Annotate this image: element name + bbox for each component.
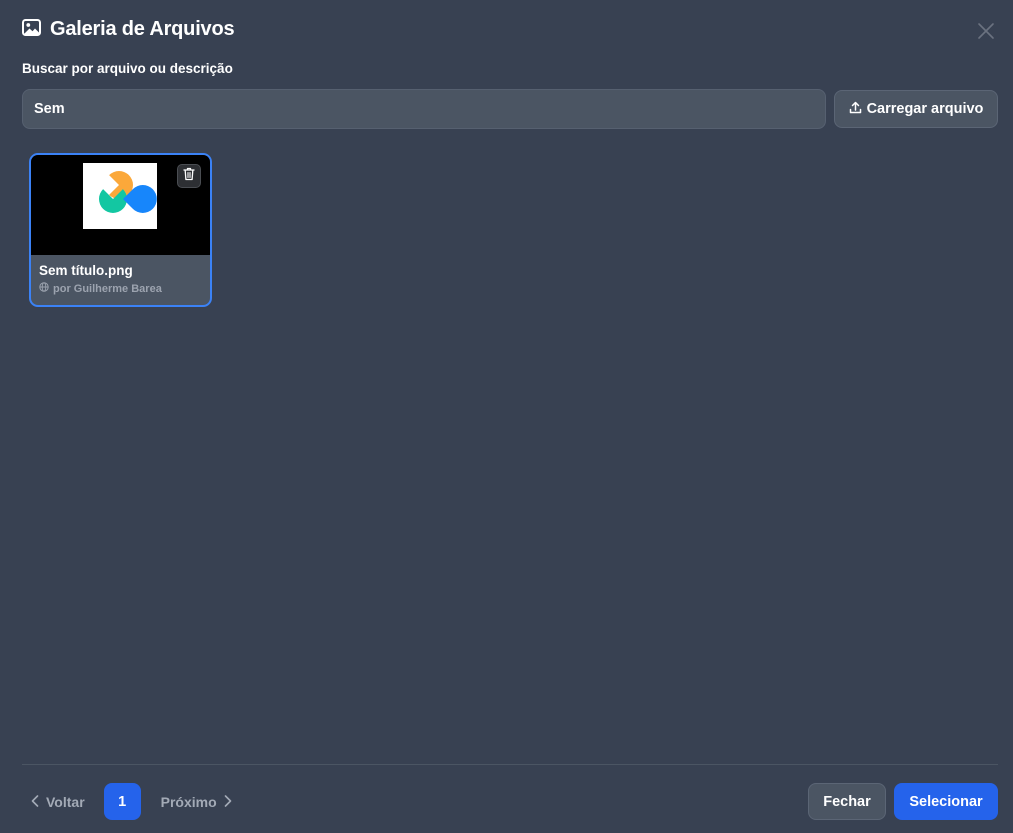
file-card[interactable]: Sem título.png por Guilherme Barea	[29, 153, 212, 307]
pagination-next-button[interactable]: Próximo	[161, 794, 232, 810]
pagination-page-1[interactable]: 1	[103, 783, 141, 820]
select-button[interactable]: Selecionar	[894, 783, 998, 820]
pagination: Voltar 1 Próximo	[22, 783, 232, 820]
chevron-left-icon	[31, 794, 39, 810]
trash-icon	[183, 167, 195, 186]
upload-button[interactable]: Carregar arquivo	[834, 90, 998, 128]
pagination-prev-label: Voltar	[46, 793, 85, 810]
upload-label: Carregar arquivo	[866, 101, 984, 117]
image-icon	[22, 18, 41, 41]
file-name: Sem título.png	[39, 263, 133, 278]
file-owner: por Guilherme Barea	[39, 282, 202, 295]
search-label: Buscar por arquivo ou descrição	[22, 61, 233, 76]
globe-icon	[39, 282, 49, 295]
upload-icon	[849, 101, 862, 118]
file-thumbnail	[31, 155, 210, 255]
close-icon[interactable]	[977, 22, 995, 40]
close-button[interactable]: Fechar	[808, 783, 886, 820]
file-preview-image	[83, 163, 157, 229]
delete-file-button[interactable]	[177, 164, 201, 188]
footer-divider	[22, 764, 998, 765]
file-owner-label: por Guilherme Barea	[53, 282, 162, 295]
dialog-header: Galeria de Arquivos	[22, 18, 235, 41]
file-gallery-dialog: Galeria de Arquivos Buscar por arquivo o…	[0, 0, 1013, 833]
pagination-next-label: Próximo	[160, 793, 217, 810]
search-input[interactable]	[22, 89, 826, 129]
pagination-prev-button[interactable]: Voltar	[31, 794, 85, 810]
dialog-title: Galeria de Arquivos	[50, 18, 235, 40]
file-meta: Sem título.png por Guilherme Barea	[31, 255, 210, 295]
chevron-right-icon	[224, 794, 232, 810]
